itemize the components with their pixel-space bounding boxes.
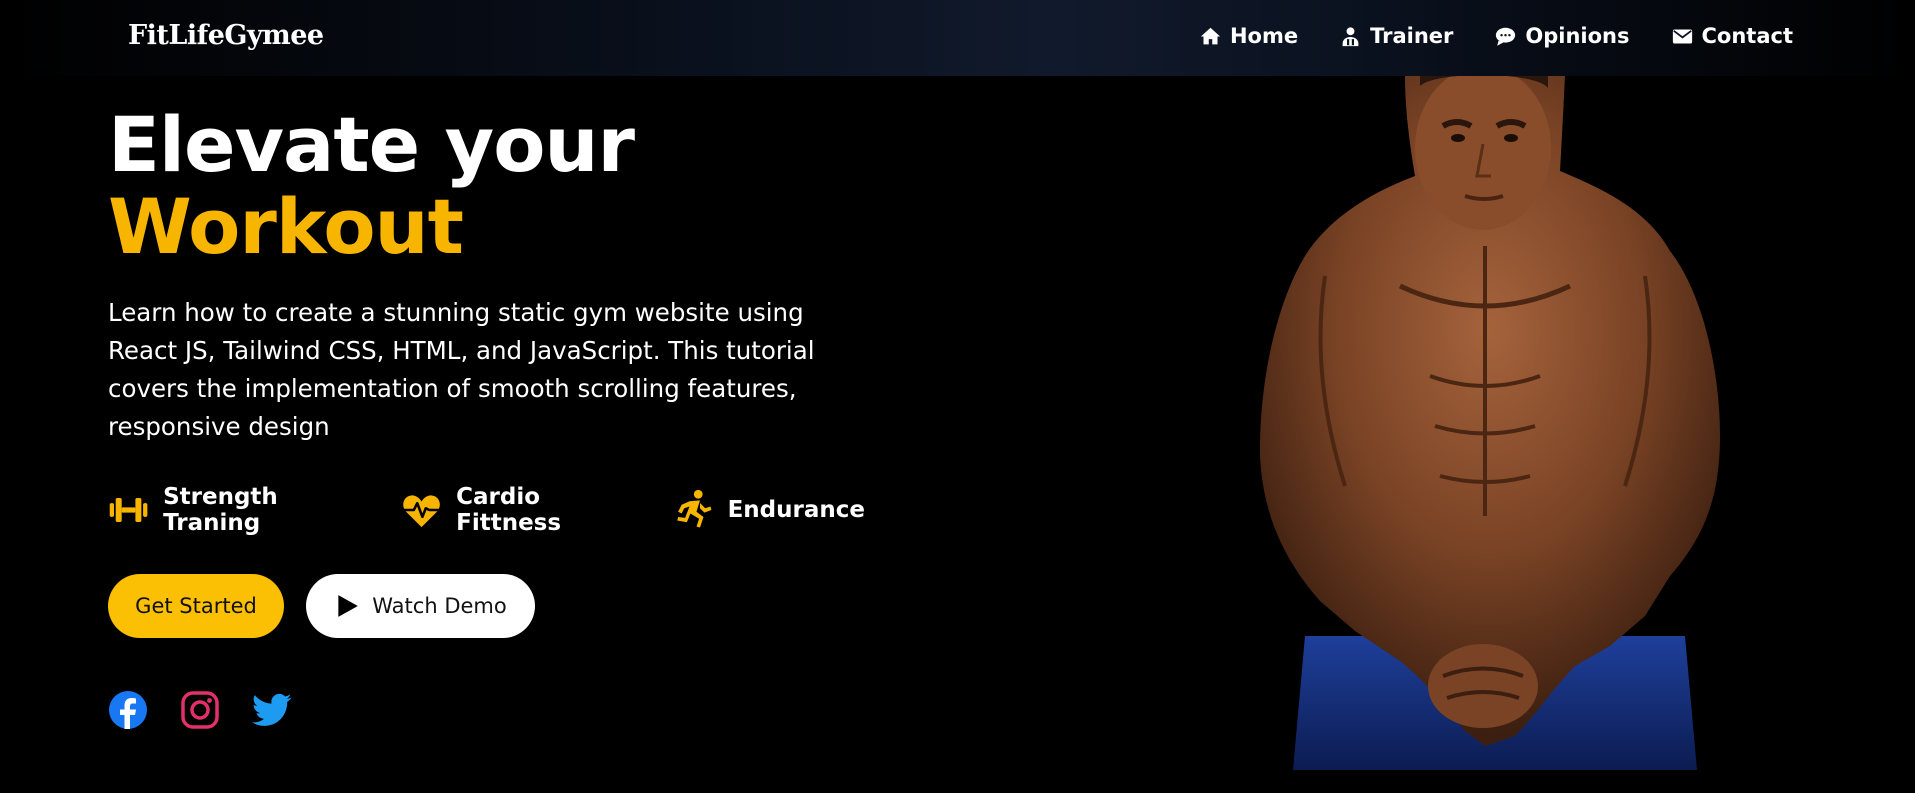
feature-label-endurance: Endurance: [727, 497, 865, 523]
chat-icon: [1496, 27, 1516, 46]
nav-label-trainer: Trainer: [1370, 24, 1454, 48]
hero-title: Elevate your Workout: [108, 104, 888, 268]
envelope-icon: [1672, 29, 1692, 43]
hero-description: Learn how to create a stunning static gy…: [108, 298, 815, 441]
hero-title-line2: Workout: [108, 182, 464, 271]
feature-label-strength: Strength Traning: [163, 484, 278, 536]
social-links: [108, 690, 888, 730]
watch-demo-label: Watch Demo: [372, 594, 507, 618]
navbar: FitLifeGymee Home Trainer Opinions Conta…: [0, 0, 1915, 76]
feature-endurance: Endurance: [672, 489, 865, 531]
instagram-icon: [181, 691, 219, 729]
heartbeat-icon: [403, 495, 440, 528]
nav-label-contact: Contact: [1701, 24, 1794, 48]
twitter-link[interactable]: [252, 690, 292, 730]
nav-label-opinions: Opinions: [1525, 24, 1630, 48]
running-icon: [676, 489, 711, 528]
watch-demo-button[interactable]: Watch Demo: [306, 574, 535, 638]
nav-item-home[interactable]: Home: [1200, 24, 1298, 48]
instagram-link[interactable]: [180, 690, 220, 730]
athlete-image: [1259, 76, 1720, 770]
nav-label-home: Home: [1229, 24, 1299, 48]
brand-logo[interactable]: FitLifeGymee: [128, 20, 324, 51]
play-icon: [338, 595, 359, 617]
twitter-icon: [252, 693, 292, 726]
get-started-button[interactable]: Get Started: [108, 574, 284, 638]
nav-item-trainer[interactable]: Trainer: [1340, 24, 1453, 48]
trainer-icon: [1342, 26, 1359, 46]
home-icon: [1200, 27, 1221, 44]
facebook-icon: [109, 691, 147, 729]
nav-links: Home Trainer Opinions Contact: [1200, 24, 1793, 48]
hero-title-line1: Elevate your: [108, 100, 635, 189]
hero-section: Elevate your Workout Learn how to create…: [108, 104, 888, 730]
feature-strength: Strength Traning: [108, 484, 378, 536]
facebook-link[interactable]: [108, 690, 148, 730]
feature-list: Strength Traning Cardio Fittness Enduran…: [108, 484, 888, 536]
cta-buttons: Get Started Watch Demo: [108, 574, 888, 638]
feature-cardio: Cardio Fittness: [401, 484, 649, 536]
dumbbell-icon: [109, 498, 148, 522]
nav-item-contact[interactable]: Contact: [1672, 24, 1794, 48]
nav-item-opinions[interactable]: Opinions: [1495, 24, 1630, 48]
feature-label-cardio: Cardio Fittness: [456, 484, 562, 536]
